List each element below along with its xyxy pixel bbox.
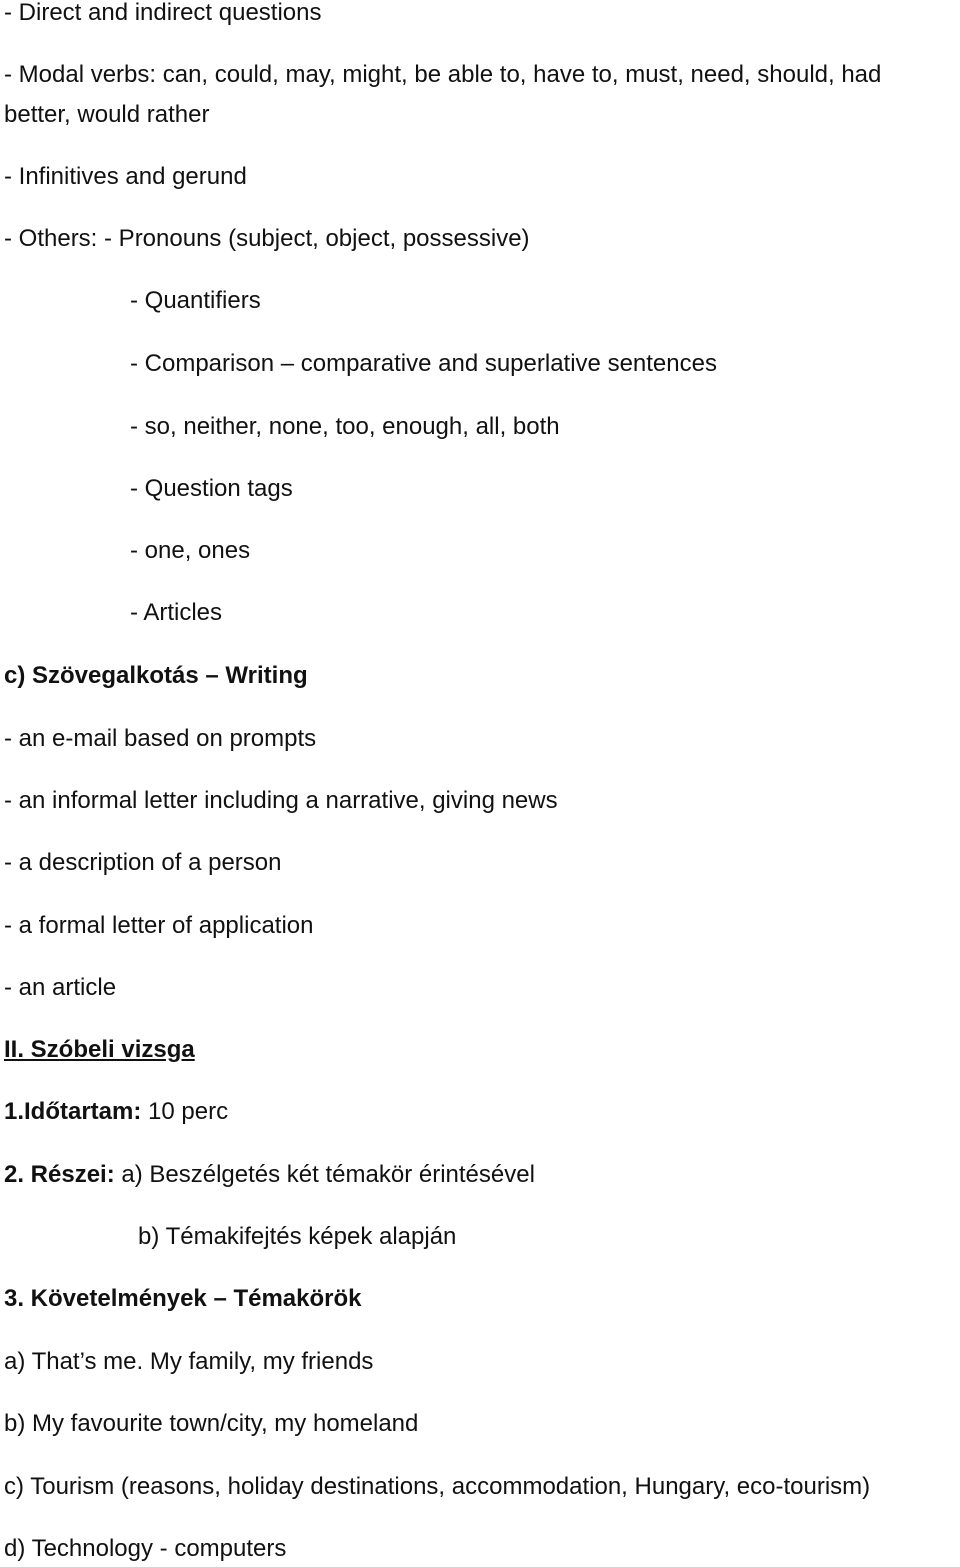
section-heading: 3. Követelmények – Témakörök: [4, 1285, 362, 1312]
text-line: better, would rather: [4, 101, 210, 128]
text-line: - Infinitives and gerund: [4, 163, 247, 190]
section-heading: c) Szövegalkotás – Writing: [4, 662, 308, 689]
text-line: b) My favourite town/city, my homeland: [4, 1410, 419, 1437]
text-line: - Articles: [130, 599, 223, 626]
text-line: - Quantifiers: [130, 287, 261, 314]
label: 1.Időtartam:: [4, 1098, 142, 1125]
text-line: - so, neither, none, too, enough, all, b…: [130, 413, 560, 440]
value: a) Beszélgetés két témakör érintésével: [114, 1161, 535, 1188]
section-heading: II. Szóbeli vizsga: [4, 1036, 195, 1063]
label: 2. Részei:: [4, 1161, 115, 1188]
text-line: - an informal letter including a narrati…: [4, 787, 558, 814]
text-line: - a description of a person: [4, 849, 282, 876]
text-line: d) Technology - computers: [4, 1535, 287, 1562]
text-line: a) That’s me. My family, my friends: [4, 1348, 374, 1375]
text-line: - Modal verbs: can, could, may, might, b…: [4, 61, 882, 88]
text-line: - Direct and indirect questions: [4, 0, 322, 26]
text-line: 2. Részei: a) Beszélgetés két témakör ér…: [4, 1160, 535, 1190]
text-line: - an e-mail based on prompts: [4, 725, 317, 752]
text-line: - an article: [4, 974, 117, 1001]
text-line: - a formal letter of application: [4, 912, 314, 939]
text-line: - Question tags: [130, 475, 293, 502]
value: 10 perc: [141, 1098, 229, 1125]
text-line: - Comparison – comparative and superlati…: [130, 350, 717, 377]
text-line: - one, ones: [130, 537, 251, 564]
text-line: - Others: - Pronouns (subject, object, p…: [4, 225, 530, 252]
text-line: b) Témakifejtés képek alapján: [138, 1223, 457, 1250]
text-line: c) Tourism (reasons, holiday destination…: [4, 1473, 871, 1500]
text-line: 1.Időtartam: 10 perc: [4, 1097, 228, 1127]
